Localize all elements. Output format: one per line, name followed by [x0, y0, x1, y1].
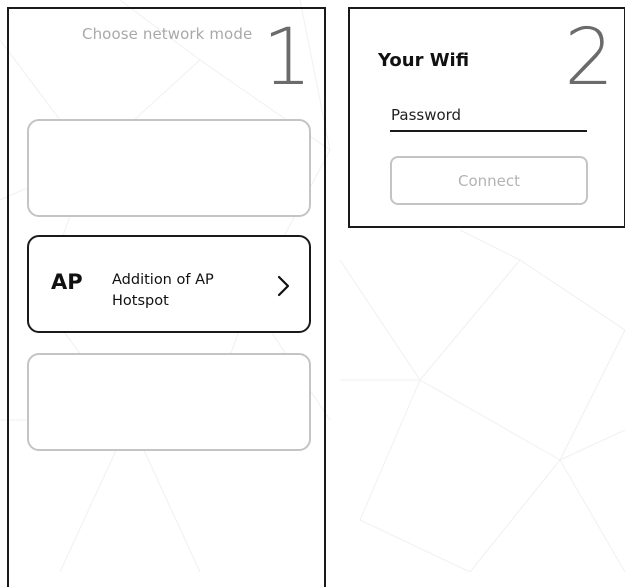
ap-hotspot-label: Addition of AP Hotspot [112, 272, 214, 309]
choose-network-mode-heading: Choose network mode [82, 25, 253, 43]
step-number-1: 1 [262, 13, 312, 103]
network-option-card-empty-1[interactable] [27, 119, 311, 217]
your-wifi-title: Your Wifi [378, 50, 470, 71]
wifi-credentials-panel: 2 Your Wifi Password Connect [348, 7, 625, 228]
password-label: Password [391, 106, 462, 124]
network-option-card-empty-2[interactable] [27, 353, 311, 451]
connect-button[interactable]: Connect [390, 156, 588, 205]
ap-hotspot-option-card[interactable]: AP Addition of AP Hotspot [27, 235, 311, 333]
password-field[interactable]: Password [390, 104, 587, 132]
chevron-right-icon[interactable] [277, 275, 291, 297]
ap-badge: AP [51, 270, 83, 294]
step-number-2: 2 [564, 13, 614, 103]
network-mode-panel: 1 Choose network mode AP Addition of AP … [7, 7, 326, 587]
